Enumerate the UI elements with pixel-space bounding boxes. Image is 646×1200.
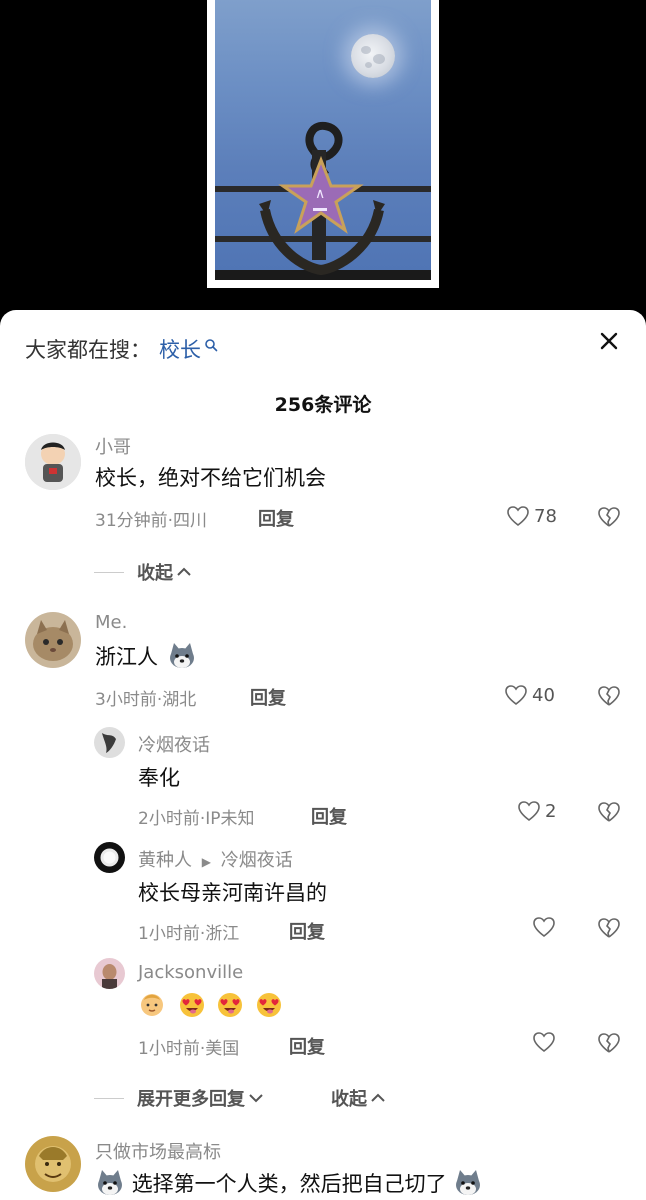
husky-emoji [169, 643, 194, 668]
reply-username[interactable]: Jacksonville [138, 962, 243, 983]
reply-button[interactable]: 回复 [250, 684, 286, 710]
avatar[interactable] [94, 842, 125, 873]
reply-to-arrow-icon: ▶ [201, 855, 211, 869]
collapse-replies[interactable]: 收起 [94, 559, 192, 585]
avatar[interactable] [94, 958, 125, 989]
comment-time-location: 31分钟前·四川 [95, 511, 208, 531]
like-count: 2 [545, 800, 557, 822]
collapse-replies[interactable]: 收起 [331, 1085, 386, 1111]
heart-icon [507, 506, 529, 527]
broken-heart-icon[interactable] [597, 917, 621, 939]
video-frame-image: ∧ [215, 0, 431, 280]
reply-username[interactable]: 冷烟夜话 [138, 731, 210, 757]
heart-icon [518, 801, 540, 822]
reply-text: 校长母亲河南许昌的 [138, 881, 327, 905]
expand-more-replies[interactable]: 展开更多回复 [94, 1085, 264, 1111]
search-icon[interactable] [204, 338, 218, 352]
collapse-label: 收起 [331, 1089, 367, 1110]
trending-search: 大家都在搜： 校长 [25, 334, 218, 364]
close-icon[interactable] [598, 330, 620, 352]
comment-username[interactable]: 小哥 [95, 433, 131, 459]
avatar[interactable] [25, 612, 81, 668]
heart-eyes-emoji [179, 993, 204, 1017]
husky-emoji [456, 1170, 481, 1195]
comment-text: 浙江人 [95, 641, 197, 671]
chevron-down-icon [249, 1094, 263, 1103]
like-count: 40 [532, 684, 555, 706]
comment-username[interactable]: Me. [95, 612, 127, 633]
comment-username[interactable]: 只做市场最高标 [95, 1138, 221, 1164]
broken-heart-icon[interactable] [597, 801, 621, 823]
broken-heart-icon[interactable] [597, 1032, 621, 1054]
video-thumbnail-frame: ∧ [207, 0, 439, 288]
reply-time-location: 2小时前·IP未知 [138, 809, 255, 829]
reply-time-location: 1小时前·浙江 [138, 924, 240, 944]
anchor-star-emblem: ∧ [215, 121, 431, 280]
heart-icon [533, 1032, 555, 1053]
like-count: 78 [534, 505, 557, 527]
broken-heart-icon[interactable] [597, 506, 621, 528]
reply-button[interactable]: 回复 [289, 1033, 325, 1059]
chevron-up-icon [177, 567, 191, 576]
heart-icon [533, 917, 555, 938]
collapse-label: 收起 [137, 563, 173, 584]
like-button[interactable] [532, 1031, 556, 1053]
comment-text: 选择第一个人类，然后把自己切了 [95, 1168, 483, 1198]
heart-eyes-emoji [218, 993, 243, 1017]
like-button[interactable] [532, 916, 556, 938]
husky-emoji [98, 1170, 122, 1195]
comment-sheet: 大家都在搜： 校长 256条评论 小哥 校长，绝对不给它们机会 31分钟前·四川… [0, 310, 646, 1200]
reply-button[interactable]: 回复 [289, 918, 325, 944]
video-player[interactable]: ∧ [0, 0, 646, 310]
expand-more-label: 展开更多回复 [137, 1089, 245, 1110]
comments-count-title: 256条评论 [274, 394, 372, 416]
reply-button[interactable]: 回复 [258, 505, 294, 531]
trending-search-label: 大家都在搜： [25, 338, 151, 362]
reply-username[interactable]: 黄种人 ▶ 冷烟夜话 [138, 846, 293, 872]
baby-emoji [141, 994, 163, 1016]
reply-time-location: 1小时前·美国 [138, 1039, 240, 1059]
reply-text: 奉化 [138, 766, 180, 790]
heart-icon [505, 685, 527, 706]
trending-search-term[interactable]: 校长 [159, 334, 201, 364]
like-button[interactable]: 2 [517, 800, 556, 822]
avatar[interactable] [25, 434, 81, 490]
reply-text [138, 990, 284, 1018]
reply-to-username: 冷烟夜话 [220, 850, 293, 871]
avatar[interactable] [94, 727, 125, 758]
avatar[interactable] [25, 1136, 81, 1192]
chevron-up-icon [371, 1093, 385, 1102]
like-button[interactable]: 40 [504, 684, 555, 706]
heart-eyes-emoji [257, 993, 282, 1017]
broken-heart-icon[interactable] [597, 685, 621, 707]
comment-time-location: 3小时前·湖北 [95, 690, 197, 710]
svg-text:∧: ∧ [315, 186, 325, 202]
reply-button[interactable]: 回复 [311, 803, 347, 829]
like-button[interactable]: 78 [506, 505, 557, 527]
comment-text: 校长，绝对不给它们机会 [95, 466, 326, 490]
